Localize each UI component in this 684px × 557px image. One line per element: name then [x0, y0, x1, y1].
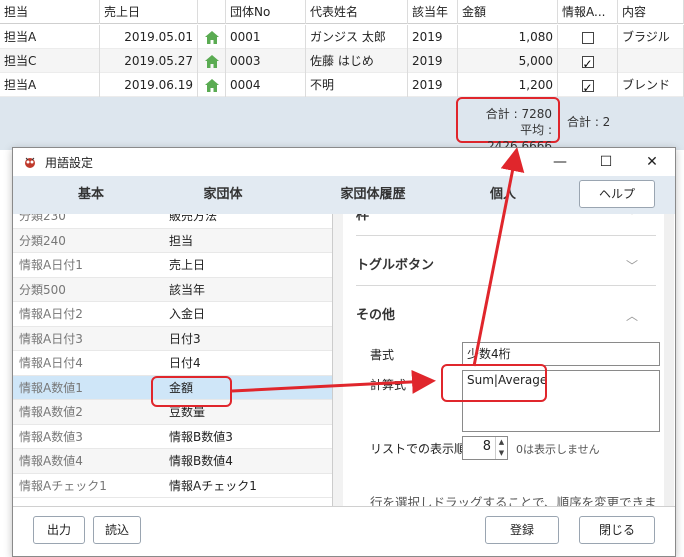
section-frame[interactable]: 枠 ﹀ — [356, 214, 656, 236]
header-icon[interactable] — [198, 0, 226, 24]
cell-year: 2019 — [408, 73, 458, 97]
tab-basic[interactable]: 基本 — [31, 176, 151, 214]
header-name[interactable]: 代表姓名 — [306, 0, 408, 24]
list-order-stepper[interactable]: 8 ▲ ▼ — [462, 436, 508, 460]
dialog-title: 用語設定 — [45, 156, 94, 170]
sum-value: 合計 : 7280 — [485, 107, 552, 121]
cell-year: 2019 — [408, 25, 458, 49]
app-icon — [25, 157, 35, 168]
term-list[interactable]: 分類230 販売方法 分類240 担当 情報A日付1 売上日 分類500 該当年 情報A… — [13, 214, 333, 506]
format-label: 書式 — [370, 348, 395, 362]
cell-no: 0001 — [226, 25, 306, 49]
property-panel: 枠 ﹀ トグルボタン ﹀ その他 ︿ 書式 少数4桁 計算式 Sum|Average … — [344, 214, 675, 506]
header-tanto[interactable]: 担当 — [0, 0, 100, 24]
term-settings-dialog: 用語設定 — ☐ ✕ 基本 家団体 家団体履歴 個人 ヘルプ 分類230 販売方法… — [12, 147, 676, 557]
header-content[interactable]: 内容 — [618, 0, 684, 24]
infoA-checkbox[interactable] — [581, 31, 594, 44]
list-item[interactable]: 情報A日付3 日付3 — [13, 326, 332, 351]
infoA-checkbox[interactable] — [581, 76, 594, 97]
minimize-icon[interactable]: — — [537, 148, 583, 176]
sales-grid: 担当 売上日 団体No 代表姓名 該当年 金額 情報A... 内容 担当A 20… — [0, 0, 684, 153]
list-item[interactable]: 情報A日付1 売上日 — [13, 253, 332, 278]
cell-name: 不明 — [306, 73, 408, 97]
cell-date: 2019.05.27 — [100, 49, 198, 73]
calc-label: 計算式 — [370, 378, 407, 392]
cell-amount: 1,080 — [458, 25, 558, 49]
cell-name: 佐藤 はじめ — [306, 49, 408, 73]
cell-name: ガンジス 太郎 — [306, 25, 408, 49]
header-no[interactable]: 団体No — [226, 0, 306, 24]
stepper-down-icon[interactable]: ▼ — [495, 448, 507, 459]
table-row[interactable]: 担当A 2019.05.01 0001 ガンジス 太郎 2019 1,080 ブ… — [0, 25, 684, 49]
cell-date: 2019.06.19 — [100, 73, 198, 97]
list-order-value: 8 — [482, 439, 491, 454]
header-infoA[interactable]: 情報A... — [558, 0, 618, 24]
chevron-down-icon[interactable]: ﹀ — [626, 214, 638, 236]
cell-year: 2019 — [408, 49, 458, 73]
table-row[interactable]: 担当A 2019.06.19 0004 不明 2019 1,200 ブレンド — [0, 73, 684, 97]
format-input[interactable]: 少数4桁 — [462, 342, 660, 366]
table-row[interactable]: 担当C 2019.05.27 0003 佐藤 はじめ 2019 5,000 — [0, 49, 684, 73]
read-button[interactable]: 読込 — [93, 516, 141, 544]
chevron-down-icon[interactable]: ﹀ — [626, 246, 638, 286]
list-item[interactable]: 分類500 該当年 — [13, 277, 332, 302]
list-order-label: リストでの表示順 — [370, 442, 467, 456]
tab-bar: 基本 家団体 家団体履歴 個人 ヘルプ — [13, 176, 675, 214]
dialog-footer: 出力 読込 登録 閉じる — [13, 506, 675, 556]
list-item[interactable]: 情報A数値3 情報B数値3 — [13, 424, 332, 449]
maximize-icon[interactable]: ☐ — [583, 148, 629, 176]
cell-tanto: 担当A — [0, 25, 100, 49]
amount-highlight — [151, 376, 232, 407]
tab-family-group[interactable]: 家団体 — [163, 176, 283, 214]
list-order-hint: 0は表示しません — [516, 443, 600, 456]
output-button[interactable]: 出力 — [33, 516, 85, 544]
house-icon[interactable] — [204, 79, 219, 92]
title-bar[interactable]: 用語設定 — ☐ ✕ — [13, 148, 675, 176]
cell-content: ブレンド — [618, 73, 684, 97]
list-item[interactable]: 分類240 担当 — [13, 228, 332, 253]
cell-amount: 1,200 — [458, 73, 558, 97]
summary-highlight: 合計 : 7280 平均 : 2426.6666 — [456, 97, 560, 153]
stepper-up-icon[interactable]: ▲ — [495, 437, 507, 448]
section-toggle-button[interactable]: トグルボタン ﹀ — [356, 246, 656, 286]
drag-hint: 行を選択しドラッグすることで、順序を変更できます。 — [370, 495, 657, 506]
infoA-checkbox[interactable] — [581, 52, 594, 73]
list-item[interactable]: 分類230 販売方法 — [13, 214, 332, 229]
list-item[interactable]: 情報A数値4 情報B数値4 — [13, 449, 332, 474]
house-icon[interactable] — [204, 31, 219, 44]
house-icon[interactable] — [204, 55, 219, 68]
header-date[interactable]: 売上日 — [100, 0, 198, 24]
tab-individual[interactable]: 個人 — [463, 176, 543, 214]
cell-no: 0003 — [226, 49, 306, 73]
cell-date: 2019.05.01 — [100, 25, 198, 49]
cell-tanto: 担当A — [0, 73, 100, 97]
tab-family-history[interactable]: 家団体履歴 — [303, 176, 443, 214]
header-amount[interactable]: 金額 — [458, 0, 558, 24]
list-item[interactable]: 情報Aチェック1 情報Aチェック1 — [13, 473, 332, 498]
cell-content — [618, 49, 684, 73]
cell-tanto: 担当C — [0, 49, 100, 73]
register-button[interactable]: 登録 — [485, 516, 559, 544]
count-value: 合計 : 2 — [567, 115, 611, 129]
cell-amount: 5,000 — [458, 49, 558, 73]
panel-scrollbar[interactable] — [664, 214, 674, 506]
close-icon[interactable]: ✕ — [629, 148, 675, 176]
cell-no: 0004 — [226, 73, 306, 97]
list-item[interactable]: 情報A日付4 日付4 — [13, 351, 332, 376]
chevron-up-icon[interactable]: ︿ — [626, 296, 638, 336]
list-scrollbar[interactable] — [333, 214, 343, 506]
formula-highlight — [441, 364, 547, 402]
close-button[interactable]: 閉じる — [579, 516, 655, 544]
header-year[interactable]: 該当年 — [408, 0, 458, 24]
help-button[interactable]: ヘルプ — [579, 180, 655, 208]
list-item[interactable]: 情報A日付2 入金日 — [13, 302, 332, 327]
section-other[interactable]: その他 ︿ — [356, 296, 656, 336]
grid-header: 担当 売上日 団体No 代表姓名 該当年 金額 情報A... 内容 — [0, 0, 684, 24]
cell-content: ブラジル — [618, 25, 684, 49]
